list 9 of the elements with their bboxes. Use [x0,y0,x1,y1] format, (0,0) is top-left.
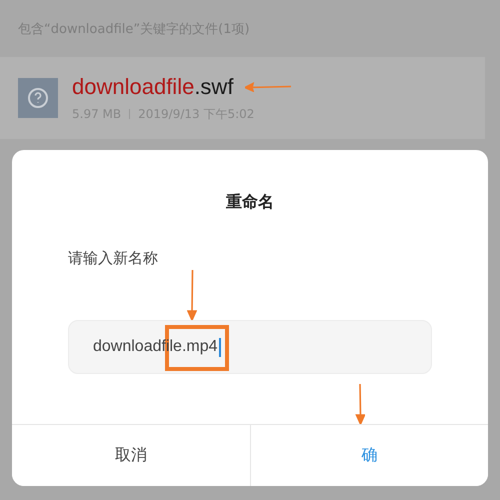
dialog-title: 重命名 [225,192,275,213]
unknown-file-icon [18,78,58,118]
annotation-arrow [245,82,292,92]
annotation-arrow [355,384,365,424]
annotation-arrow [187,270,197,320]
file-name: downloadfile.swf [72,74,234,100]
text-cursor [218,338,221,356]
field-label: 请输入新名称 [68,249,159,268]
cancel-button[interactable]: 取消 [12,425,250,486]
